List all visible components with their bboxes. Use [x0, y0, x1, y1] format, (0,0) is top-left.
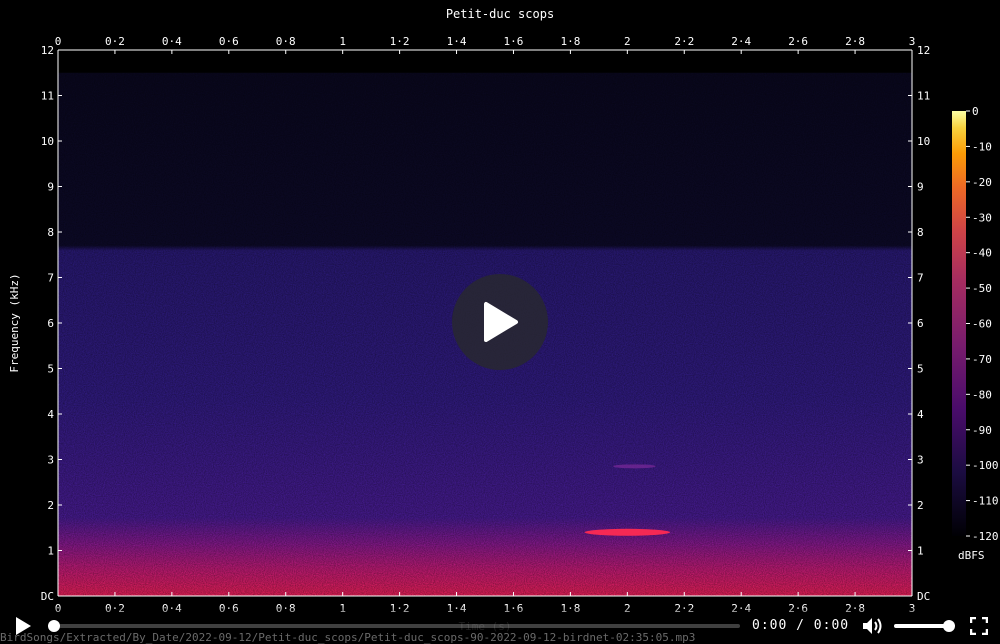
- colorbar-tick-label: -50: [972, 282, 992, 295]
- time-display: 0:00 / 0:00: [752, 618, 849, 633]
- y-tick-label: 1: [47, 545, 54, 558]
- colorbar-tick-label: -100: [972, 459, 999, 472]
- colorbar-tick-label: -70: [972, 353, 992, 366]
- y-tick-label-right: 1: [917, 545, 924, 558]
- x-tick-label-top: 2·4: [731, 35, 751, 48]
- y-tick-label: DC: [41, 590, 54, 603]
- y-tick-label-right: 9: [917, 181, 924, 194]
- x-tick-label-top: 1: [339, 35, 346, 48]
- time-separator: /: [796, 618, 805, 633]
- y-tick-label-right: 3: [917, 454, 924, 467]
- y-tick-label: 9: [47, 181, 54, 194]
- y-tick-label-right: 4: [917, 408, 924, 421]
- y-tick-label: 6: [47, 317, 54, 330]
- x-tick-label-top: 1·2: [390, 35, 410, 48]
- chart-title: Petit-duc scops: [445, 7, 555, 21]
- y-tick-label: 2: [47, 499, 54, 512]
- y-tick-label-right: DC: [917, 590, 930, 603]
- y-tick-label: 4: [47, 408, 54, 421]
- y-tick-label: 7: [47, 272, 54, 285]
- colorbar: 0 -10 -20 -30 -40 -50 -60 -70 -80 -90 -100 -110 -120: [952, 105, 999, 543]
- colorbar-tick-label: -60: [972, 318, 992, 331]
- volume-slider[interactable]: [894, 624, 950, 628]
- y-tick-label: 11: [41, 90, 54, 103]
- play-button[interactable]: [14, 616, 32, 640]
- x-tick-label-top: 0·8: [276, 35, 296, 48]
- x-tick-label-top: 0·2: [105, 35, 125, 48]
- fullscreen-icon: [969, 616, 989, 636]
- volume-button[interactable]: [862, 616, 884, 640]
- x-tick-label-top: 0: [55, 35, 62, 48]
- x-tick-label-top: 3: [909, 35, 916, 48]
- y-axis-label: Frequency (kHz): [8, 273, 21, 372]
- volume-icon: [863, 618, 882, 634]
- colorbar-tick-label: -10: [972, 140, 992, 153]
- colorbar-tick-label: -110: [972, 495, 999, 508]
- y-tick-label: 12: [41, 44, 54, 57]
- y-tick-label-right: 8: [917, 226, 924, 239]
- colorbar-tick-label: -120: [972, 530, 999, 543]
- y-tick-label-right: 6: [917, 317, 924, 330]
- colorbar-tick-label: -30: [972, 211, 992, 224]
- play-icon: [16, 617, 31, 635]
- y-tick-label-right: 5: [917, 363, 924, 376]
- colorbar-gradient: [952, 111, 966, 536]
- colorbar-tick-label: -80: [972, 388, 992, 401]
- duration: 0:00: [813, 618, 850, 633]
- y-tick-label-right: 2: [917, 499, 924, 512]
- colorbar-tick-label: -90: [972, 424, 992, 437]
- x-tick-label-top: 2: [624, 35, 631, 48]
- play-icon: [484, 302, 518, 342]
- x-tick-label-top: 2·8: [845, 35, 865, 48]
- y-tick-label-right: 11: [917, 90, 930, 103]
- current-time: 0:00: [752, 618, 788, 633]
- y-tick-label-right: 12: [917, 44, 930, 57]
- x-tick-label-top: 1·4: [447, 35, 467, 48]
- y-tick-label: 5: [47, 363, 54, 376]
- x-tick-label-top: 1·8: [560, 35, 580, 48]
- y-tick-label-right: 7: [917, 272, 924, 285]
- x-tick-label-top: 1·6: [504, 35, 524, 48]
- x-tick-label-top: 0·6: [219, 35, 239, 48]
- y-tick-label: 8: [47, 226, 54, 239]
- play-overlay-button[interactable]: [452, 274, 548, 370]
- x-tick-label-top: 2·6: [788, 35, 808, 48]
- x-tick-label-top: 0·4: [162, 35, 182, 48]
- colorbar-tick-label: 0: [972, 105, 979, 118]
- colorbar-tick-label: -40: [972, 247, 992, 260]
- volume-handle[interactable]: [943, 620, 955, 632]
- y-tick-label-right: 10: [917, 135, 930, 148]
- seek-handle[interactable]: [48, 620, 60, 632]
- seek-bar[interactable]: [52, 624, 740, 628]
- call-feature: [584, 528, 671, 536]
- x-tick-label-top: 2·2: [674, 35, 694, 48]
- y-tick-label: 10: [41, 135, 54, 148]
- colorbar-label: dBFS: [958, 549, 985, 562]
- file-path: BirdSongs/Extracted/By_Date/2022-09-12/P…: [0, 631, 696, 644]
- colorbar-tick-label: -20: [972, 176, 992, 189]
- call-feature: [613, 464, 656, 469]
- y-tick-label: 3: [47, 454, 54, 467]
- fullscreen-button[interactable]: [969, 616, 989, 639]
